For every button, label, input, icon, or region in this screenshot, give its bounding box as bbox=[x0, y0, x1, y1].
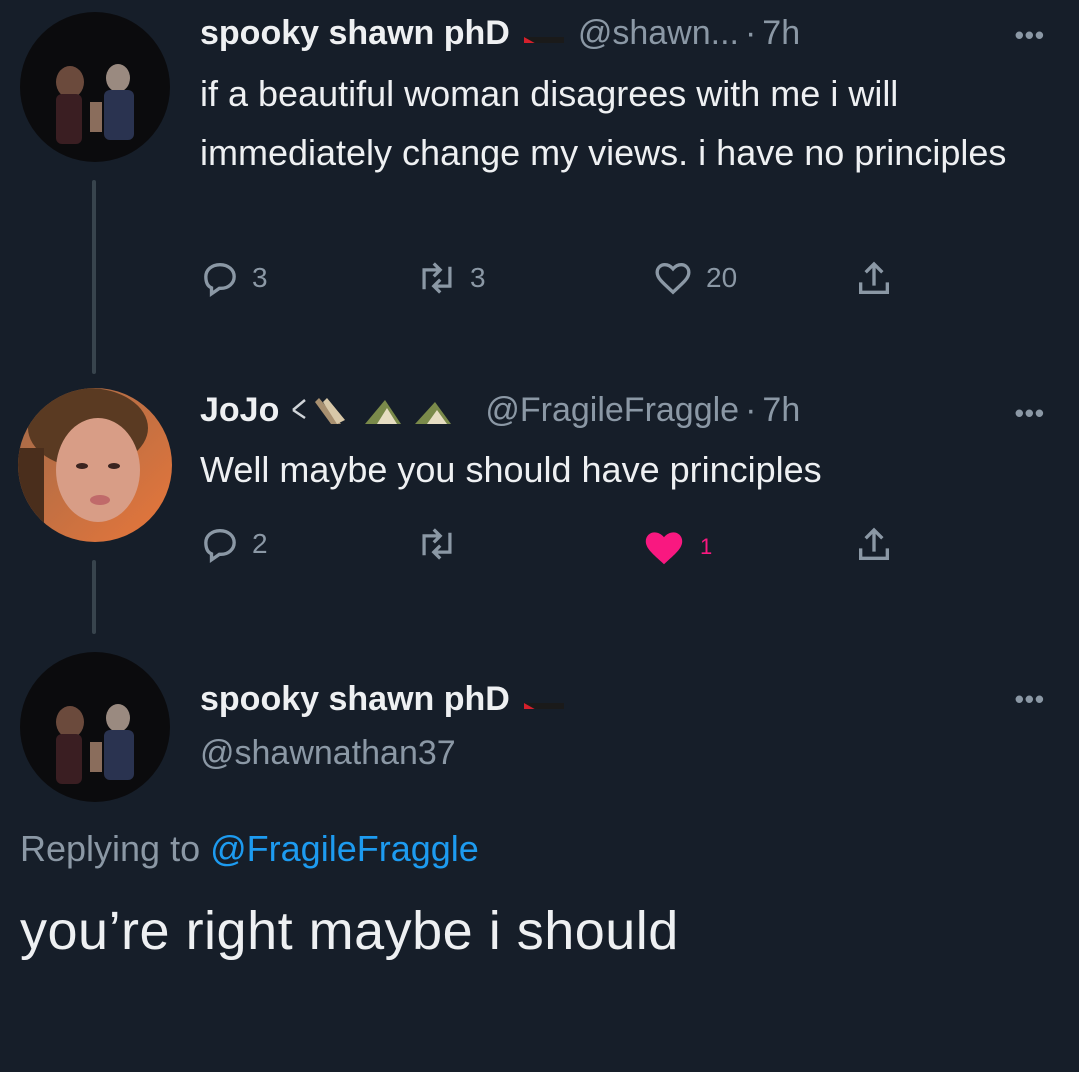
retweet-icon bbox=[422, 528, 452, 560]
reply-button[interactable]: 2 bbox=[200, 524, 268, 564]
like-count: 20 bbox=[706, 262, 738, 293]
retweet-button[interactable] bbox=[416, 524, 470, 564]
display-name[interactable]: spooky shawn phD bbox=[200, 14, 510, 53]
like-count: 1 bbox=[700, 534, 713, 559]
tweet-text: Well maybe you should have principles bbox=[200, 449, 822, 490]
tweet-header: JoJo @FragileFraggle · 7h bbox=[200, 390, 800, 430]
replying-to-label: Replying to bbox=[20, 828, 201, 869]
like-button[interactable]: 20 bbox=[652, 258, 737, 298]
share-icon bbox=[859, 261, 889, 294]
retweet-count: 3 bbox=[470, 262, 486, 293]
reply-icon bbox=[204, 528, 236, 564]
reply-icon bbox=[204, 262, 236, 298]
tweet-2[interactable]: JoJo @FragileFraggle · 7h ••• Well maybe… bbox=[0, 370, 1079, 640]
replying-to: Replying to @FragileFraggle bbox=[20, 828, 479, 870]
avatar[interactable] bbox=[18, 388, 172, 542]
share-icon bbox=[859, 527, 889, 560]
retweet-icon bbox=[422, 262, 452, 294]
more-icon[interactable]: ••• bbox=[1015, 398, 1045, 429]
display-name[interactable]: spooky shawn phD bbox=[200, 680, 510, 719]
heart-icon bbox=[655, 262, 691, 295]
tweet-header: spooky shawn phD @shawn... · 7h bbox=[200, 14, 800, 53]
timestamp[interactable]: 7h bbox=[762, 14, 800, 53]
twitter-thread-screen: spooky shawn phD @shawn... · 7h ••• if a… bbox=[0, 0, 1079, 1072]
timestamp[interactable]: 7h bbox=[762, 391, 800, 430]
share-button[interactable] bbox=[854, 524, 894, 566]
reply-count: 2 bbox=[252, 528, 268, 559]
separator: · bbox=[745, 390, 757, 429]
tweet-text: if a beautiful woman disagrees with me i… bbox=[200, 73, 1007, 173]
heart-icon bbox=[645, 532, 683, 565]
name-emoji-badges bbox=[289, 390, 469, 430]
reply-count: 3 bbox=[252, 262, 268, 293]
author-handle-row: @shawnathan37 bbox=[200, 734, 456, 773]
reply-button[interactable]: 3 bbox=[200, 258, 268, 298]
thread-line bbox=[92, 560, 96, 634]
palestine-flag-icon bbox=[523, 691, 564, 709]
like-button[interactable]: 1 bbox=[640, 524, 712, 570]
palestine-flag-icon bbox=[523, 25, 564, 43]
thread-line bbox=[92, 180, 96, 374]
handle[interactable]: @FragileFraggle bbox=[485, 391, 739, 430]
avatar[interactable] bbox=[20, 652, 170, 802]
author-name-row: spooky shawn phD bbox=[200, 680, 578, 719]
more-icon[interactable]: ••• bbox=[1015, 20, 1045, 51]
display-name[interactable]: JoJo bbox=[200, 391, 279, 430]
handle[interactable]: @shawnathan37 bbox=[200, 734, 456, 773]
tweet-1[interactable]: spooky shawn phD @shawn... · 7h ••• if a… bbox=[0, 0, 1079, 374]
handle[interactable]: @shawn... bbox=[578, 14, 739, 53]
more-icon[interactable]: ••• bbox=[1015, 684, 1045, 715]
main-tweet-text: you’re right maybe i should bbox=[20, 901, 679, 961]
avatar[interactable] bbox=[20, 12, 170, 162]
separator: · bbox=[744, 14, 757, 52]
retweet-button[interactable]: 3 bbox=[416, 258, 486, 298]
share-button[interactable] bbox=[854, 258, 894, 300]
replying-to-handle-link[interactable]: @FragileFraggle bbox=[210, 828, 479, 869]
